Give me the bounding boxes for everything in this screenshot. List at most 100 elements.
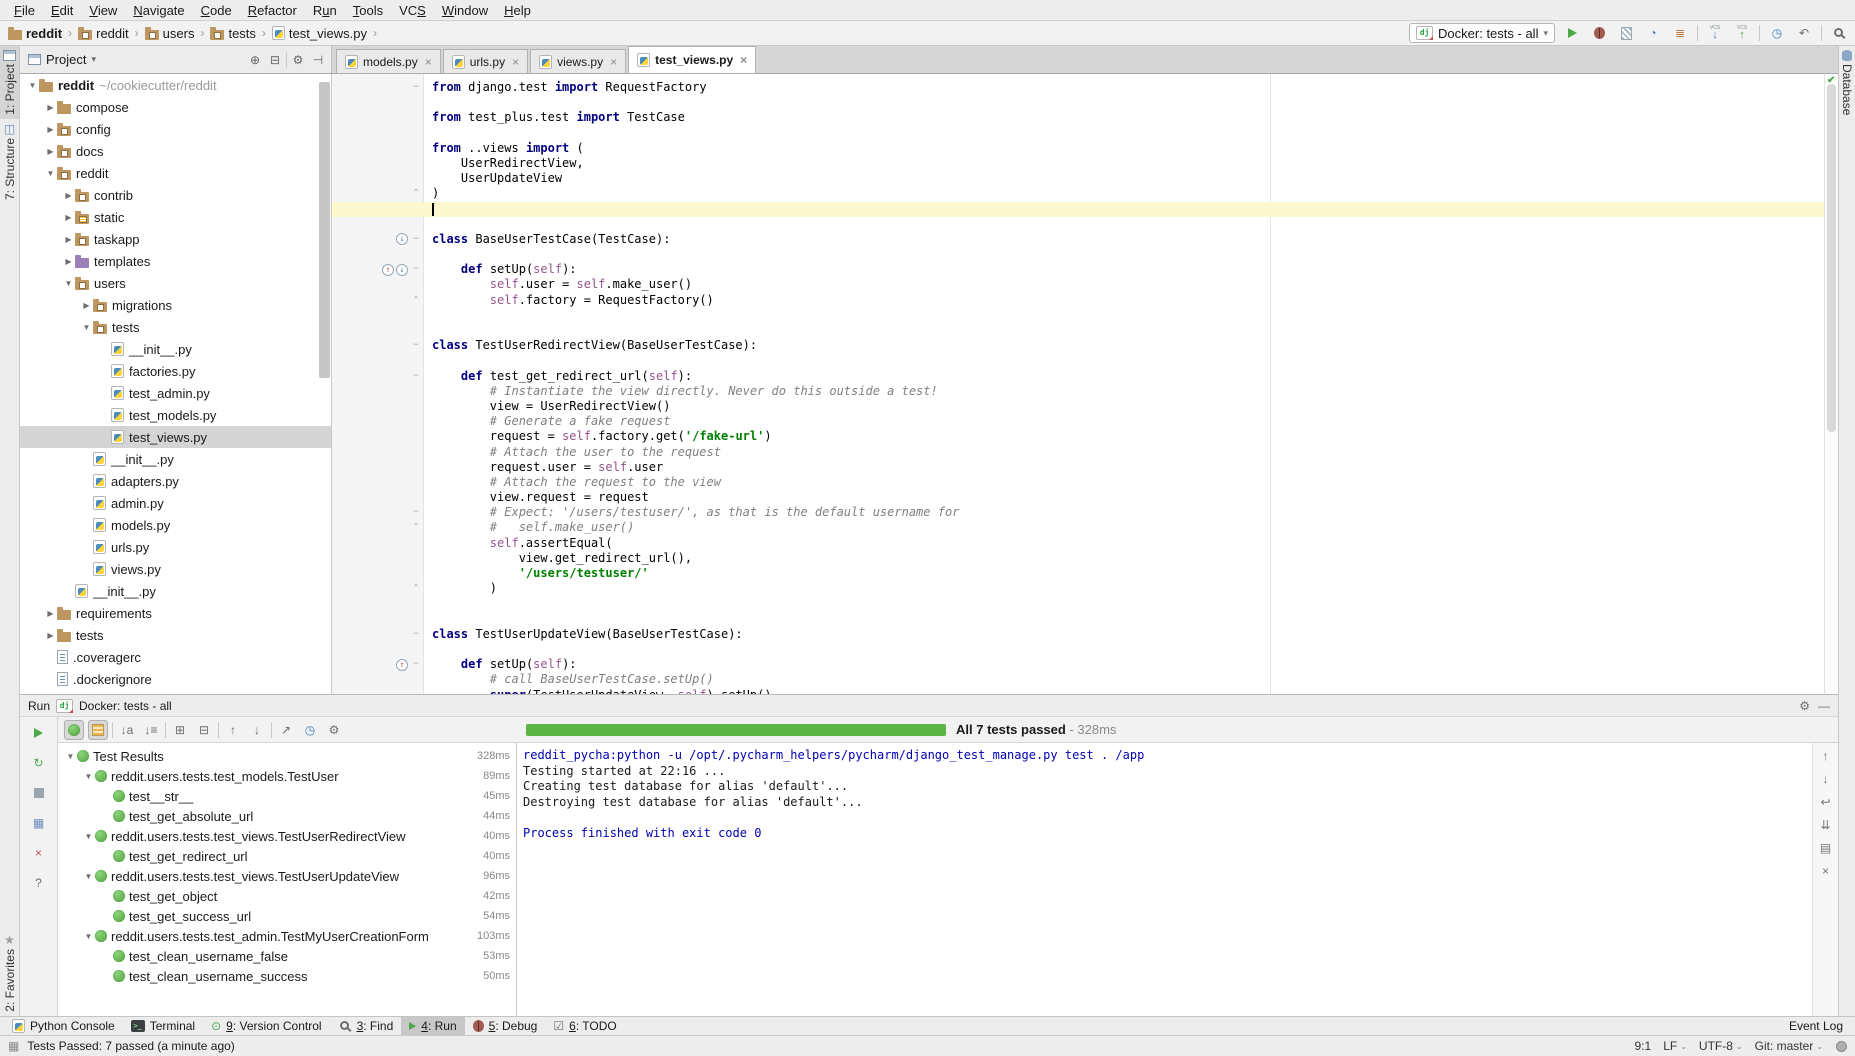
editor-tab-test_views-py[interactable]: test_views.py× <box>628 46 756 73</box>
code-line[interactable]: ⌃ # self.make_user() <box>332 520 1824 535</box>
test-tree-item[interactable]: test_clean_username_false53ms <box>58 946 516 966</box>
tree-item[interactable]: ▶config <box>20 118 331 140</box>
tool-window-structure[interactable]: ◫7: Structure <box>0 119 19 204</box>
test-tree-item[interactable]: ▼reddit.users.tests.test_models.TestUser… <box>58 766 516 786</box>
fold-icon[interactable]: − <box>410 338 422 353</box>
hide-panel-button[interactable]: ⊣ <box>309 51 327 69</box>
override-down-icon[interactable]: ↓ <box>396 264 408 276</box>
tool-window-project[interactable]: 1: Project <box>0 46 19 119</box>
restore-layout-button[interactable]: ▦ <box>28 813 50 833</box>
code-line[interactable]: − # Expect: '/users/testuser/', as that … <box>332 505 1824 520</box>
code-line[interactable]: ↓−class BaseUserTestCase(TestCase): <box>332 232 1824 247</box>
run-button[interactable] <box>1562 23 1582 43</box>
editor-tab-views-py[interactable]: views.py× <box>530 49 626 73</box>
previous-failed-test-button[interactable]: ↑ <box>223 720 243 740</box>
expanded-icon[interactable]: ▼ <box>82 832 95 841</box>
expanded-icon[interactable]: ▼ <box>64 752 77 761</box>
tool-button-debug[interactable]: 5: Debug <box>465 1017 546 1036</box>
fold-icon[interactable]: − <box>410 262 422 277</box>
tool-button-todo[interactable]: ☑6: TODO <box>545 1017 624 1036</box>
fold-icon[interactable]: ⌃ <box>410 186 422 201</box>
caret-position-widget[interactable]: 9:1 <box>1630 1039 1657 1053</box>
fold-icon[interactable]: ⌃ <box>410 293 422 308</box>
expanded-icon[interactable]: ▼ <box>82 872 95 881</box>
test-tree-item[interactable]: ▼reddit.users.tests.test_views.TestUserU… <box>58 866 516 886</box>
collapse-all-button[interactable]: ⊟ <box>266 51 284 69</box>
run-header-settings-button[interactable]: ⚙ <box>1799 699 1810 713</box>
tree-item[interactable]: ▼users <box>20 272 331 294</box>
test-tree-item[interactable]: ▼reddit.users.tests.test_admin.TestMyUse… <box>58 926 516 946</box>
code-line[interactable]: request.user = self.user <box>332 460 1824 475</box>
next-failed-test-button[interactable]: ↓ <box>247 720 267 740</box>
expanded-icon[interactable]: ▼ <box>44 169 57 178</box>
code-line[interactable]: ⌃ ) <box>332 581 1824 596</box>
collapsed-icon[interactable]: ▶ <box>80 301 93 310</box>
collapsed-icon[interactable]: ▶ <box>62 213 75 222</box>
menu-item-help[interactable]: Help <box>496 0 539 21</box>
tree-item[interactable]: ▼reddit~/cookiecutter/reddit <box>20 74 331 96</box>
close-button[interactable]: × <box>28 843 50 863</box>
tree-item[interactable]: urls.py <box>20 536 331 558</box>
collapsed-icon[interactable]: ▶ <box>44 609 57 618</box>
run-console[interactable]: reddit_pycha:python -u /opt/.pycharm_hel… <box>516 743 1812 1016</box>
test-tree-item[interactable]: test_get_redirect_url40ms <box>58 846 516 866</box>
menu-item-navigate[interactable]: Navigate <box>125 0 192 21</box>
encoding-widget[interactable]: UTF-8⌄ <box>1694 1039 1748 1053</box>
clear-all-button[interactable]: × <box>1817 864 1835 878</box>
code-line[interactable] <box>332 612 1824 627</box>
code-line[interactable]: −class TestUserUpdateView(BaseUserTestCa… <box>332 627 1824 642</box>
help-button[interactable]: ? <box>28 873 50 893</box>
code-line[interactable]: view.request = request <box>332 490 1824 505</box>
tree-item[interactable]: ▶contrib <box>20 184 331 206</box>
menu-item-code[interactable]: Code <box>193 0 240 21</box>
tree-item[interactable]: ▶compose <box>20 96 331 118</box>
breadcrumb-item[interactable]: users <box>143 25 197 42</box>
override-down-icon[interactable]: ↓ <box>396 233 408 245</box>
tree-item[interactable]: ▼tests <box>20 316 331 338</box>
tool-button-python-console[interactable]: Python Console <box>4 1017 123 1036</box>
code-line[interactable]: −class TestUserRedirectView(BaseUserTest… <box>332 338 1824 353</box>
code-line[interactable]: request = self.factory.get('/fake-url') <box>332 429 1824 444</box>
code-line[interactable] <box>332 247 1824 262</box>
code-line[interactable]: UserRedirectView, <box>332 156 1824 171</box>
code-line[interactable]: ↑↓− def setUp(self): <box>332 262 1824 277</box>
tool-button-run[interactable]: 4: Run <box>401 1017 464 1036</box>
code-line[interactable]: view.get_redirect_url(), <box>332 551 1824 566</box>
search-everywhere-button[interactable] <box>1829 23 1849 43</box>
code-line[interactable]: − def test_get_redirect_url(self): <box>332 369 1824 384</box>
tree-item[interactable]: models.py <box>20 514 331 536</box>
code-line[interactable]: super(TestUserUpdateView, self).setUp() <box>332 688 1824 695</box>
expanded-icon[interactable]: ▼ <box>62 279 75 288</box>
editor-tab-urls-py[interactable]: urls.py× <box>443 49 528 73</box>
debug-button[interactable] <box>1589 23 1609 43</box>
expanded-icon[interactable]: ▼ <box>82 932 95 941</box>
tree-item[interactable]: .dockerignore <box>20 668 331 690</box>
tool-button-event-log[interactable]: Event Log <box>1781 1017 1851 1036</box>
code-line[interactable] <box>332 308 1824 323</box>
soft-wrap-button[interactable]: ↩ <box>1817 795 1835 809</box>
menu-item-file[interactable]: File <box>6 0 43 21</box>
tree-item[interactable]: ▼reddit <box>20 162 331 184</box>
test-tree-item[interactable]: ▼Test Results328ms <box>58 746 516 766</box>
breadcrumb-item[interactable]: reddit <box>76 25 131 42</box>
show-ignored-button[interactable] <box>88 720 108 740</box>
tree-item[interactable]: ▶requirements <box>20 602 331 624</box>
code-line[interactable]: self.assertEqual( <box>332 536 1824 551</box>
code-line[interactable]: # Instantiate the view directly. Never d… <box>332 384 1824 399</box>
select-opened-file-button[interactable]: ⊕ <box>246 51 264 69</box>
code-line[interactable]: view = UserRedirectView() <box>332 399 1824 414</box>
inspection-profile-icon[interactable] <box>1836 1041 1847 1052</box>
concurrency-diagram-button[interactable]: ≣ <box>1670 23 1690 43</box>
tree-item[interactable]: ▶tests <box>20 624 331 646</box>
git-branch-widget[interactable]: Git: master⌄ <box>1750 1039 1828 1053</box>
fold-icon[interactable]: ⌃ <box>410 520 422 535</box>
expanded-icon[interactable]: ▼ <box>82 772 95 781</box>
code-line[interactable]: ⌃) <box>332 186 1824 201</box>
fold-icon[interactable]: − <box>410 627 422 642</box>
stop-button[interactable] <box>28 783 50 803</box>
tree-item[interactable]: admin.py <box>20 492 331 514</box>
code-line[interactable] <box>332 95 1824 110</box>
menu-item-vcs[interactable]: VCS <box>391 0 434 21</box>
code-line[interactable]: self.user = self.make_user() <box>332 277 1824 292</box>
editor-tab-models-py[interactable]: models.py× <box>336 49 441 73</box>
